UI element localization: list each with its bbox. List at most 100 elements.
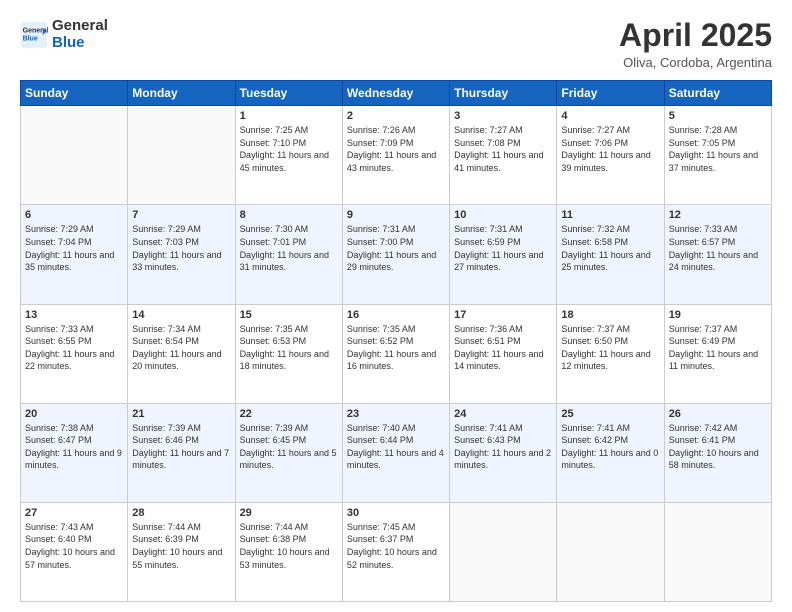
day-info: Sunrise: 7:37 AMSunset: 6:49 PMDaylight:… [669, 323, 767, 373]
logo-general-text: General [52, 17, 108, 34]
day-number: 18 [561, 309, 659, 321]
calendar-day-cell: 19 Sunrise: 7:37 AMSunset: 6:49 PMDayligh… [664, 304, 771, 403]
day-info: Sunrise: 7:33 AMSunset: 6:55 PMDaylight:… [25, 323, 123, 373]
title-area: April 2025 Oliva, Cordoba, Argentina [619, 18, 772, 70]
logo-icon: General Blue [20, 21, 48, 49]
day-info: Sunrise: 7:28 AMSunset: 7:05 PMDaylight:… [669, 124, 767, 174]
day-number: 1 [240, 110, 338, 122]
day-info: Sunrise: 7:38 AMSunset: 6:47 PMDaylight:… [25, 422, 123, 472]
day-number: 7 [132, 209, 230, 221]
day-number: 23 [347, 408, 445, 420]
calendar-day-cell: 12 Sunrise: 7:33 AMSunset: 6:57 PMDayligh… [664, 205, 771, 304]
day-number: 21 [132, 408, 230, 420]
day-info: Sunrise: 7:29 AMSunset: 7:03 PMDaylight:… [132, 223, 230, 273]
calendar-day-cell: 21 Sunrise: 7:39 AMSunset: 6:46 PMDayligh… [128, 403, 235, 502]
calendar-day-cell: 2Sunrise: 7:26 AMSunset: 7:09 PMDaylight… [342, 106, 449, 205]
day-info: Sunrise: 7:42 AMSunset: 6:41 PMDaylight:… [669, 422, 767, 472]
day-number: 15 [240, 309, 338, 321]
calendar-day-cell [450, 502, 557, 601]
calendar-day-cell: 17 Sunrise: 7:36 AMSunset: 6:51 PMDayligh… [450, 304, 557, 403]
day-number: 6 [25, 209, 123, 221]
logo-blue-text: Blue [52, 34, 85, 51]
calendar-day-cell [21, 106, 128, 205]
day-number: 28 [132, 507, 230, 519]
calendar-day-cell: 28 Sunrise: 7:44 AMSunset: 6:39 PMDayligh… [128, 502, 235, 601]
day-number: 20 [25, 408, 123, 420]
calendar-day-cell: 30 Sunrise: 7:45 AMSunset: 6:37 PMDayligh… [342, 502, 449, 601]
calendar-header-row: SundayMondayTuesdayWednesdayThursdayFrid… [21, 81, 772, 106]
day-number: 10 [454, 209, 552, 221]
calendar-week-row: 20 Sunrise: 7:38 AMSunset: 6:47 PMDayligh… [21, 403, 772, 502]
calendar-day-header: Wednesday [342, 81, 449, 106]
day-number: 8 [240, 209, 338, 221]
day-info: Sunrise: 7:33 AMSunset: 6:57 PMDaylight:… [669, 223, 767, 273]
calendar-day-cell: 10 Sunrise: 7:31 AMSunset: 6:59 PMDayligh… [450, 205, 557, 304]
day-number: 30 [347, 507, 445, 519]
day-number: 25 [561, 408, 659, 420]
calendar-day-cell [557, 502, 664, 601]
day-number: 4 [561, 110, 659, 122]
calendar-day-cell [664, 502, 771, 601]
day-info: Sunrise: 7:27 AMSunset: 7:08 PMDaylight:… [454, 124, 552, 174]
day-number: 22 [240, 408, 338, 420]
calendar-day-cell: 29Sunrise: 7:44 AMSunset: 6:38 PMDayligh… [235, 502, 342, 601]
day-number: 9 [347, 209, 445, 221]
day-info: Sunrise: 7:30 AMSunset: 7:01 PMDaylight:… [240, 223, 338, 273]
day-number: 13 [25, 309, 123, 321]
calendar-day-cell: 14Sunrise: 7:34 AMSunset: 6:54 PMDayligh… [128, 304, 235, 403]
day-info: Sunrise: 7:37 AMSunset: 6:50 PMDaylight:… [561, 323, 659, 373]
calendar-day-header: Saturday [664, 81, 771, 106]
calendar-day-cell: 7 Sunrise: 7:29 AMSunset: 7:03 PMDaylight… [128, 205, 235, 304]
calendar-week-row: 13 Sunrise: 7:33 AMSunset: 6:55 PMDayligh… [21, 304, 772, 403]
calendar-day-cell: 15Sunrise: 7:35 AMSunset: 6:53 PMDayligh… [235, 304, 342, 403]
day-info: Sunrise: 7:44 AMSunset: 6:39 PMDaylight:… [132, 521, 230, 571]
calendar-day-cell: 4 Sunrise: 7:27 AMSunset: 7:06 PMDaylight… [557, 106, 664, 205]
day-number: 26 [669, 408, 767, 420]
day-info: Sunrise: 7:36 AMSunset: 6:51 PMDaylight:… [454, 323, 552, 373]
header: General Blue General Blue April 2025 Oli… [20, 18, 772, 70]
calendar-day-cell: 18 Sunrise: 7:37 AMSunset: 6:50 PMDayligh… [557, 304, 664, 403]
day-info: Sunrise: 7:31 AMSunset: 6:59 PMDaylight:… [454, 223, 552, 273]
calendar-day-cell: 9 Sunrise: 7:31 AMSunset: 7:00 PMDaylight… [342, 205, 449, 304]
day-number: 12 [669, 209, 767, 221]
calendar-day-cell: 3 Sunrise: 7:27 AMSunset: 7:08 PMDaylight… [450, 106, 557, 205]
day-info: Sunrise: 7:39 AMSunset: 6:46 PMDaylight:… [132, 422, 230, 472]
day-info: Sunrise: 7:31 AMSunset: 7:00 PMDaylight:… [347, 223, 445, 273]
day-info: Sunrise: 7:41 AMSunset: 6:42 PMDaylight:… [561, 422, 659, 472]
day-info: Sunrise: 7:45 AMSunset: 6:37 PMDaylight:… [347, 521, 445, 571]
location: Oliva, Cordoba, Argentina [619, 55, 772, 70]
calendar-day-cell: 26 Sunrise: 7:42 AMSunset: 6:41 PMDayligh… [664, 403, 771, 502]
day-info: Sunrise: 7:29 AMSunset: 7:04 PMDaylight:… [25, 223, 123, 273]
calendar-day-cell: 13 Sunrise: 7:33 AMSunset: 6:55 PMDayligh… [21, 304, 128, 403]
day-info: Sunrise: 7:43 AMSunset: 6:40 PMDaylight:… [25, 521, 123, 571]
calendar-day-cell: 22 Sunrise: 7:39 AMSunset: 6:45 PMDayligh… [235, 403, 342, 502]
calendar-day-header: Sunday [21, 81, 128, 106]
day-number: 19 [669, 309, 767, 321]
calendar-day-header: Thursday [450, 81, 557, 106]
day-number: 17 [454, 309, 552, 321]
calendar-day-cell: 8 Sunrise: 7:30 AMSunset: 7:01 PMDaylight… [235, 205, 342, 304]
calendar-day-cell: 5 Sunrise: 7:28 AMSunset: 7:05 PMDaylight… [664, 106, 771, 205]
day-number: 5 [669, 110, 767, 122]
month-title: April 2025 [619, 18, 772, 53]
calendar-day-header: Monday [128, 81, 235, 106]
day-info: Sunrise: 7:27 AMSunset: 7:06 PMDaylight:… [561, 124, 659, 174]
day-info: Sunrise: 7:25 AMSunset: 7:10 PMDaylight:… [240, 124, 338, 174]
calendar-day-cell: 11Sunrise: 7:32 AMSunset: 6:58 PMDayligh… [557, 205, 664, 304]
day-info: Sunrise: 7:39 AMSunset: 6:45 PMDaylight:… [240, 422, 338, 472]
calendar-day-cell: 24Sunrise: 7:41 AMSunset: 6:43 PMDayligh… [450, 403, 557, 502]
page: General Blue General Blue April 2025 Oli… [0, 0, 792, 612]
calendar-day-cell: 20 Sunrise: 7:38 AMSunset: 6:47 PMDayligh… [21, 403, 128, 502]
day-number: 3 [454, 110, 552, 122]
day-number: 27 [25, 507, 123, 519]
calendar-week-row: 6 Sunrise: 7:29 AMSunset: 7:04 PMDaylight… [21, 205, 772, 304]
day-number: 14 [132, 309, 230, 321]
calendar-day-cell: 25 Sunrise: 7:41 AMSunset: 6:42 PMDayligh… [557, 403, 664, 502]
day-number: 2 [347, 110, 445, 122]
calendar-day-cell: 1 Sunrise: 7:25 AMSunset: 7:10 PMDaylight… [235, 106, 342, 205]
logo: General Blue General Blue [20, 18, 108, 51]
calendar-day-cell: 27 Sunrise: 7:43 AMSunset: 6:40 PMDayligh… [21, 502, 128, 601]
calendar-day-cell: 6 Sunrise: 7:29 AMSunset: 7:04 PMDaylight… [21, 205, 128, 304]
day-number: 16 [347, 309, 445, 321]
calendar-table: SundayMondayTuesdayWednesdayThursdayFrid… [20, 80, 772, 602]
